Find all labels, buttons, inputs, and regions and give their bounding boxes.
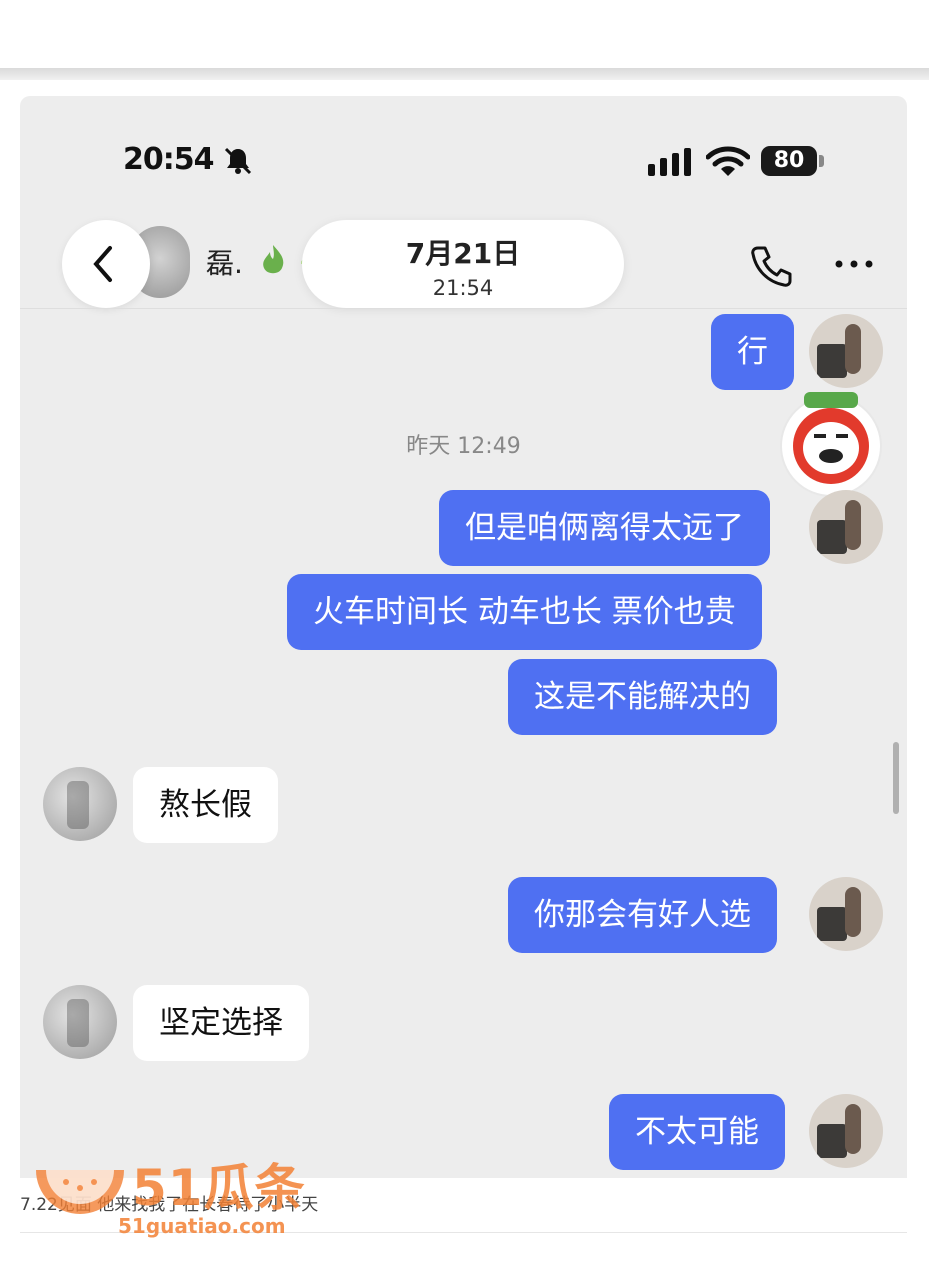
battery-indicator: 80: [761, 146, 817, 176]
scrollbar[interactable]: [893, 742, 899, 814]
message-timestamp: 昨天 12:49: [406, 434, 521, 459]
more-options-icon[interactable]: [834, 258, 874, 270]
my-avatar[interactable]: [809, 877, 883, 951]
peer-name[interactable]: 磊.: [206, 242, 243, 282]
message-bubble-peer[interactable]: 熬长假: [133, 767, 278, 843]
message-bubble-me[interactable]: 这是不能解决的: [508, 659, 777, 735]
spark-flame-icon: [263, 245, 284, 274]
date-tooltip: 7月21日 21:54: [302, 220, 624, 308]
battery-tip: [819, 155, 824, 167]
wifi-icon: [706, 146, 750, 176]
message-bubble-me[interactable]: 不太可能: [609, 1094, 785, 1170]
peer-avatar[interactable]: [43, 985, 117, 1059]
message-bubble-me[interactable]: 你那会有好人选: [508, 877, 777, 953]
message-bubble-peer[interactable]: 坚定选择: [133, 985, 309, 1061]
header-divider: [20, 308, 907, 309]
watermark-brand: 51瓜条: [132, 1159, 306, 1217]
my-avatar[interactable]: [809, 490, 883, 564]
date-label: 7月21日: [405, 237, 521, 270]
message-bubble-me[interactable]: 行: [711, 314, 794, 390]
bell-icon: [224, 147, 252, 175]
screenshot-frame: 20:54 80 磊. 4 7月21日 21:54: [20, 96, 907, 1178]
watermelon-logo-icon: [36, 1170, 124, 1214]
my-avatar[interactable]: [809, 1094, 883, 1168]
chat-header: 磊. 4 7月21日 21:54: [20, 206, 907, 311]
peer-avatar[interactable]: [43, 767, 117, 841]
message-bubble-me[interactable]: 火车时间长 动车也长 票价也贵: [287, 574, 762, 650]
chevron-left-icon: [93, 246, 112, 282]
date-time-label: 21:54: [432, 276, 494, 300]
watermark-url: 51guatiao.com: [118, 1214, 286, 1238]
status-time: 20:54: [123, 142, 214, 177]
phone-call-icon[interactable]: [750, 244, 794, 288]
my-avatar[interactable]: [809, 314, 883, 388]
app-top-bar: [0, 0, 929, 68]
top-divider: [0, 68, 929, 80]
cellular-signal-icon: [648, 148, 691, 176]
message-bubble-me[interactable]: 但是咱俩离得太远了: [439, 490, 770, 566]
emoji-sticker-icon: [780, 392, 882, 497]
back-button[interactable]: [62, 220, 150, 308]
